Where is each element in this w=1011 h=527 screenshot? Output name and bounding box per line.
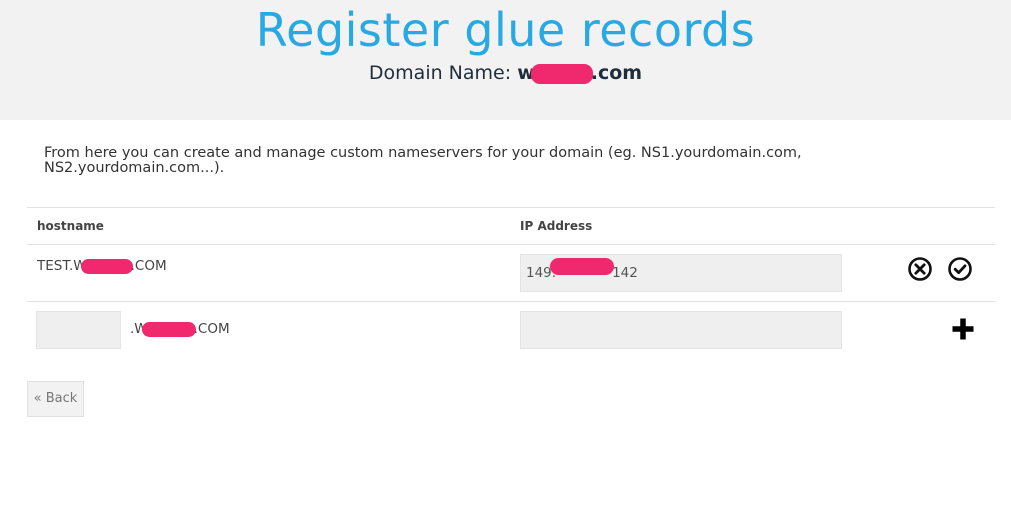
back-button[interactable]: « Back (27, 381, 84, 417)
new-domain-suffix: .W .COM (130, 321, 230, 337)
hostname-cell: TEST.W .COM (37, 258, 167, 274)
domain-name-line: Domain Name: w .com (0, 60, 1011, 86)
column-header-hostname: hostname (37, 219, 104, 233)
plus-icon[interactable] (950, 316, 976, 342)
row-divider (27, 301, 995, 302)
redaction-mark (530, 63, 593, 84)
remove-circle-icon[interactable] (907, 256, 933, 282)
page-header: Register glue records Domain Name: w .com (0, 0, 1011, 120)
table-top-divider (27, 207, 995, 208)
intro-text: From here you can create and manage cust… (44, 145, 802, 176)
domain-name-value: w .com (517, 62, 643, 84)
column-header-ip-address: IP Address (520, 219, 593, 233)
new-hostname-input[interactable] (36, 311, 121, 349)
redaction-mark (80, 258, 133, 274)
check-circle-icon[interactable] (947, 256, 973, 282)
page-title: Register glue records (255, 3, 756, 57)
redaction-mark (141, 321, 196, 337)
header-divider (27, 244, 995, 245)
ip-address-field[interactable]: 149. 142 (520, 254, 842, 292)
new-ip-address-input[interactable] (520, 311, 842, 349)
redaction-mark (550, 257, 615, 275)
domain-name-label: Domain Name: (368, 62, 512, 84)
